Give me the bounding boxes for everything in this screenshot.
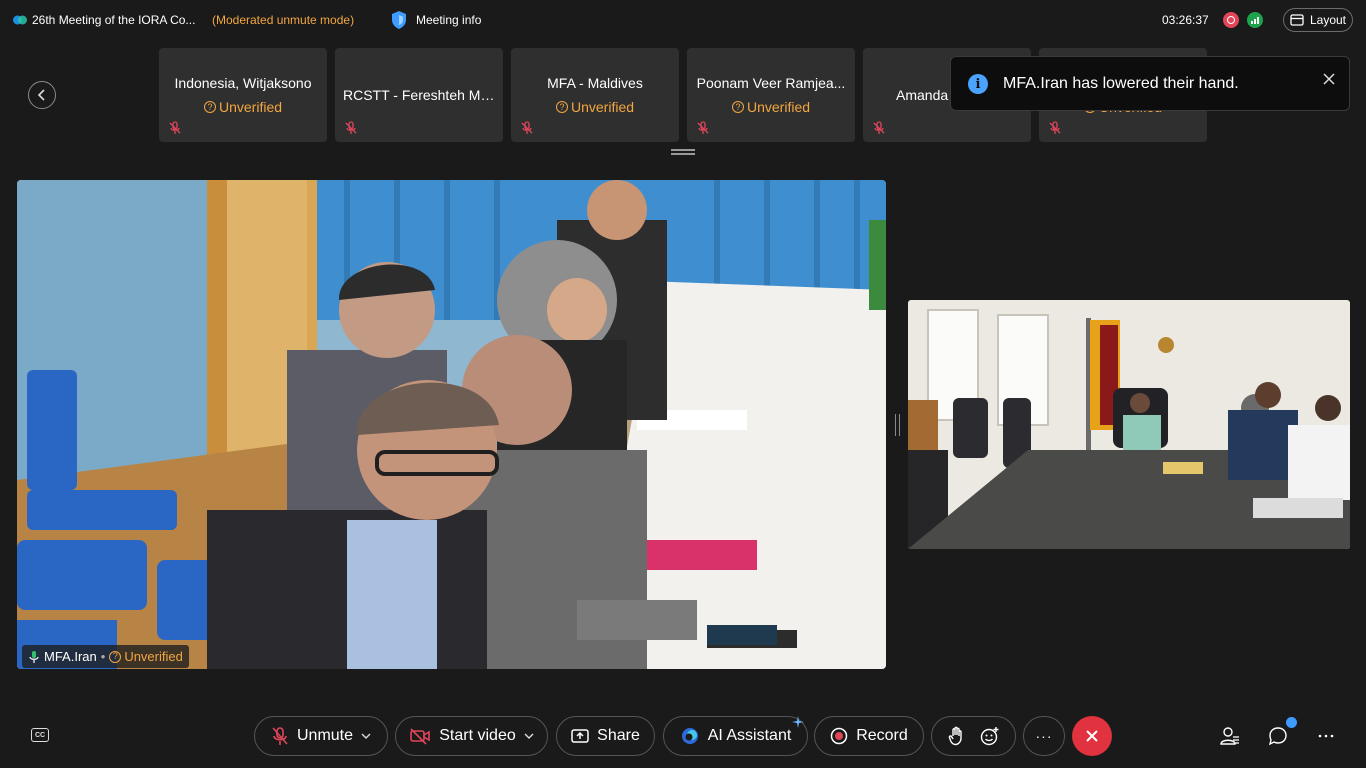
video-participant-status: ? Unverified <box>109 649 183 664</box>
reactions-group <box>931 716 1016 756</box>
participant-tile[interactable]: MFA - Maldives ? Unverified <box>511 48 679 142</box>
chevron-down-icon[interactable] <box>361 731 371 741</box>
ai-assistant-label: AI Assistant <box>707 727 792 744</box>
start-video-button[interactable]: Start video <box>395 716 548 756</box>
network-stats-icon[interactable] <box>1247 12 1263 28</box>
mic-on-icon <box>29 650 39 663</box>
more-horizontal-icon <box>1318 734 1334 738</box>
chevron-down-icon[interactable] <box>524 731 534 741</box>
meeting-info-button[interactable]: Meeting info <box>390 9 481 31</box>
more-menu-button[interactable] <box>1316 726 1336 746</box>
participant-status: ?Unverified <box>687 99 855 115</box>
secondary-video-feed[interactable] <box>908 300 1350 549</box>
chat-button[interactable] <box>1268 726 1288 746</box>
participant-tile[interactable]: RCSTT - Fereshteh Mo... <box>335 48 503 142</box>
mic-off-icon <box>521 121 533 134</box>
video-off-icon <box>410 728 431 745</box>
share-button[interactable]: Share <box>556 716 655 756</box>
chevron-left-icon <box>37 89 45 101</box>
separator-dot: • <box>100 649 106 664</box>
mic-off-icon <box>873 121 885 134</box>
video-participant-name: MFA.Iran <box>44 649 97 664</box>
question-icon: ? <box>203 101 216 113</box>
more-options-button[interactable]: ··· <box>1023 716 1065 756</box>
top-bar: 26th Meeting of the IORA Co... (Moderate… <box>0 0 1366 40</box>
participant-tile[interactable]: Indonesia, Witjaksono ? Unverified <box>159 48 327 142</box>
status-text: Unverified <box>218 99 283 115</box>
main-video-feed[interactable] <box>17 180 886 669</box>
meeting-timer: 03:26:37 <box>1162 13 1209 27</box>
mic-off-icon <box>169 121 181 134</box>
record-button[interactable]: Record <box>814 716 924 756</box>
mic-off-icon <box>1049 121 1061 134</box>
leave-meeting-button[interactable] <box>1072 716 1112 756</box>
video-frame-conference-room <box>17 180 886 669</box>
close-icon[interactable] <box>1321 71 1337 87</box>
close-icon <box>1086 730 1098 742</box>
strip-resize-handle[interactable] <box>671 149 695 155</box>
emoji-icon[interactable] <box>980 726 1000 746</box>
notification-toast: i MFA.Iran has lowered their hand. <box>950 56 1350 111</box>
previous-page-button[interactable] <box>28 81 56 109</box>
video-frame-sri-lanka-room <box>908 300 1350 549</box>
layout-button[interactable]: Layout <box>1283 8 1353 32</box>
webex-logo-icon <box>13 15 27 25</box>
participant-status: ?Unverified <box>511 99 679 115</box>
question-icon: ? <box>555 101 568 113</box>
closed-captions-button[interactable]: CC <box>31 728 49 742</box>
status-text: Unverified <box>570 99 635 115</box>
ai-assistant-icon <box>681 728 698 744</box>
question-icon: ? <box>109 650 122 663</box>
question-icon: ? <box>731 101 744 113</box>
status-text: Unverified <box>124 649 183 664</box>
participant-status: ?Unverified <box>159 99 327 115</box>
participant-tile[interactable]: Poonam Veer Ramjea... ? Unverified <box>687 48 855 142</box>
chat-icon <box>1268 727 1287 746</box>
participant-name: RCSTT - Fereshteh Mo... <box>343 87 500 103</box>
record-icon <box>830 727 848 745</box>
share-label: Share <box>597 727 640 744</box>
sparkle-icon <box>792 716 804 728</box>
video-name-tag: MFA.Iran • ? Unverified <box>22 645 189 668</box>
chat-notification-badge <box>1286 717 1297 728</box>
video-splitter-handle[interactable] <box>895 414 900 436</box>
info-icon: i <box>968 74 988 94</box>
layout-icon <box>1290 14 1304 26</box>
status-text: Unverified <box>746 99 811 115</box>
moderated-mode-label: (Moderated unmute mode) <box>212 13 355 27</box>
unmute-label: Unmute <box>296 727 354 744</box>
recording-indicator-icon[interactable] <box>1223 12 1239 28</box>
mic-off-icon <box>345 121 357 134</box>
ai-assistant-button[interactable]: AI Assistant <box>663 716 808 756</box>
share-screen-icon <box>571 729 589 743</box>
layout-label: Layout <box>1309 13 1347 27</box>
meeting-info-label: Meeting info <box>416 13 482 27</box>
shield-icon <box>392 11 406 29</box>
more-label: ··· <box>1035 728 1053 744</box>
participant-name: Indonesia, Witjaksono <box>174 75 312 91</box>
participant-name: MFA - Maldives <box>547 75 643 91</box>
participant-name: Poonam Veer Ramjea... <box>696 75 846 91</box>
mic-off-icon <box>272 727 288 745</box>
meeting-title: 26th Meeting of the IORA Co... <box>32 13 196 27</box>
participants-button[interactable] <box>1220 726 1240 746</box>
start-video-label: Start video <box>439 727 516 744</box>
unmute-button[interactable]: Unmute <box>254 716 388 756</box>
mic-off-icon <box>697 121 709 134</box>
participants-icon <box>1220 727 1239 745</box>
toast-message: MFA.Iran has lowered their hand. <box>1003 75 1239 92</box>
record-label: Record <box>856 727 908 744</box>
raise-hand-icon[interactable] <box>948 726 966 746</box>
